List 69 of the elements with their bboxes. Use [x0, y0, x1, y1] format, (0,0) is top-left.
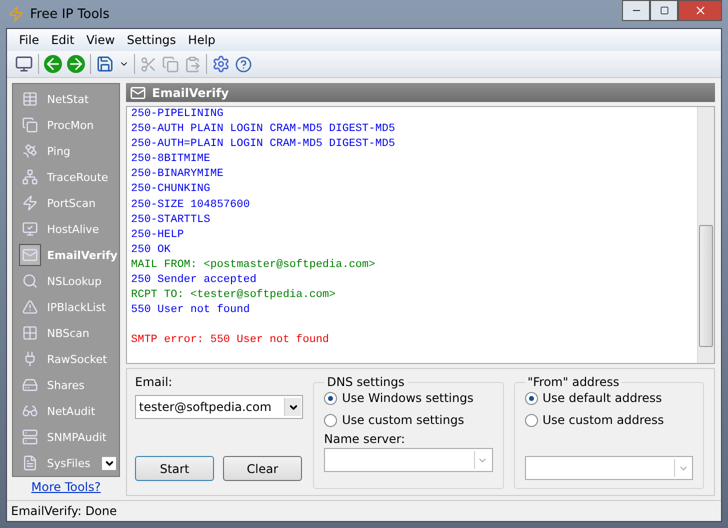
- tool-item[interactable]: SNMPAudit: [13, 424, 119, 450]
- tool-item[interactable]: NetStat: [13, 86, 119, 112]
- log-line: 250-STARTTLS: [131, 212, 212, 228]
- more-tools-link[interactable]: More Tools?: [31, 480, 101, 494]
- back-icon[interactable]: [44, 55, 62, 73]
- name-server-combobox[interactable]: [324, 448, 492, 472]
- maximize-button[interactable]: [650, 0, 678, 21]
- app-icon: [8, 6, 24, 22]
- log-line: 250-AUTH PLAIN LOGIN CRAM-MD5 DIGEST-MD5: [131, 122, 396, 138]
- help-icon[interactable]: [235, 56, 252, 72]
- tool-item[interactable]: RawSocket: [13, 346, 119, 372]
- log-line: 250 OK: [131, 242, 172, 258]
- tool-item[interactable]: PortScan: [13, 190, 119, 216]
- tool-item[interactable]: TraceRoute: [13, 164, 119, 190]
- tool-item[interactable]: Ping: [13, 138, 119, 164]
- menu-item[interactable]: Settings: [120, 33, 182, 47]
- forward-icon[interactable]: [67, 55, 85, 73]
- maximize-icon: [660, 6, 668, 15]
- log-line: 250-SIZE 104857600: [131, 198, 251, 213]
- mail-icon: [130, 84, 146, 100]
- log-line: 550 User not found: [131, 303, 251, 318]
- panel-title: EmailVerify: [152, 86, 229, 100]
- status-text: EmailVerify: Done: [7, 500, 721, 521]
- tool-item[interactable]: NetAudit: [13, 398, 119, 424]
- log-line: 250-AUTH=PLAIN LOGIN CRAM-MD5 DIGEST-MD5: [131, 137, 396, 152]
- log-line: SMTP error: 550 User not found: [131, 333, 330, 348]
- log-line: 250-PIPELINING: [131, 107, 224, 122]
- log-line: 250-CHUNKING: [131, 182, 212, 198]
- close-button[interactable]: [678, 0, 722, 21]
- tool-item[interactable]: EmailVerify: [13, 242, 119, 268]
- from-address-combobox[interactable]: [524, 456, 693, 480]
- log-line: 250-BINARYMIME: [131, 167, 224, 182]
- email-label: Email:: [135, 375, 174, 389]
- log-line: 250-8BITMIME: [131, 152, 212, 168]
- radio-button[interactable]: Use custom address: [524, 413, 693, 427]
- computer-icon[interactable]: [15, 55, 33, 73]
- log-line: 250 Sender accepted: [131, 273, 258, 288]
- caret-icon: [104, 458, 114, 469]
- radio-button[interactable]: Use default address: [524, 391, 693, 405]
- tool-item[interactable]: HostAlive: [13, 216, 119, 242]
- menu-item[interactable]: View: [80, 33, 121, 47]
- group-title: DNS settings: [326, 375, 406, 389]
- tool-item[interactable]: SysFiles: [13, 450, 119, 476]
- menu-item[interactable]: File: [13, 33, 46, 47]
- start-button[interactable]: Start: [135, 456, 214, 481]
- save-icon[interactable]: [96, 55, 114, 73]
- log-line: 250-HELP: [131, 228, 185, 243]
- radio-button[interactable]: Use Windows settings: [324, 391, 492, 405]
- mail-icon: [19, 244, 41, 266]
- tool-item[interactable]: ProcMon: [13, 112, 119, 138]
- name-server-label: Name server:: [324, 432, 406, 446]
- tool-item[interactable]: Shares: [13, 372, 119, 398]
- log-line: MAIL FROM: <postmaster@softpedia.com>: [131, 258, 376, 273]
- scrollbar[interactable]: [697, 107, 714, 363]
- menu-item[interactable]: Help: [182, 33, 222, 47]
- settings-icon[interactable]: [212, 55, 230, 73]
- tool-item[interactable]: IPBlackList: [13, 294, 119, 320]
- tool-item[interactable]: NSLookup: [13, 268, 119, 294]
- email-combobox[interactable]: tester@softpedia.com: [135, 395, 303, 419]
- tool-item[interactable]: NBScan: [13, 320, 119, 346]
- log-line: RCPT TO: <tester@softpedia.com>: [131, 288, 337, 304]
- clear-button[interactable]: Clear: [223, 456, 302, 481]
- radio-button[interactable]: Use custom settings: [324, 413, 492, 427]
- scroll-down-button[interactable]: [102, 457, 116, 470]
- minimize-button[interactable]: [622, 0, 650, 21]
- menu-item[interactable]: Edit: [45, 33, 80, 47]
- window-title: Free IP Tools: [30, 6, 110, 22]
- group-title: "From" address: [526, 375, 620, 389]
- close-icon: [694, 4, 706, 17]
